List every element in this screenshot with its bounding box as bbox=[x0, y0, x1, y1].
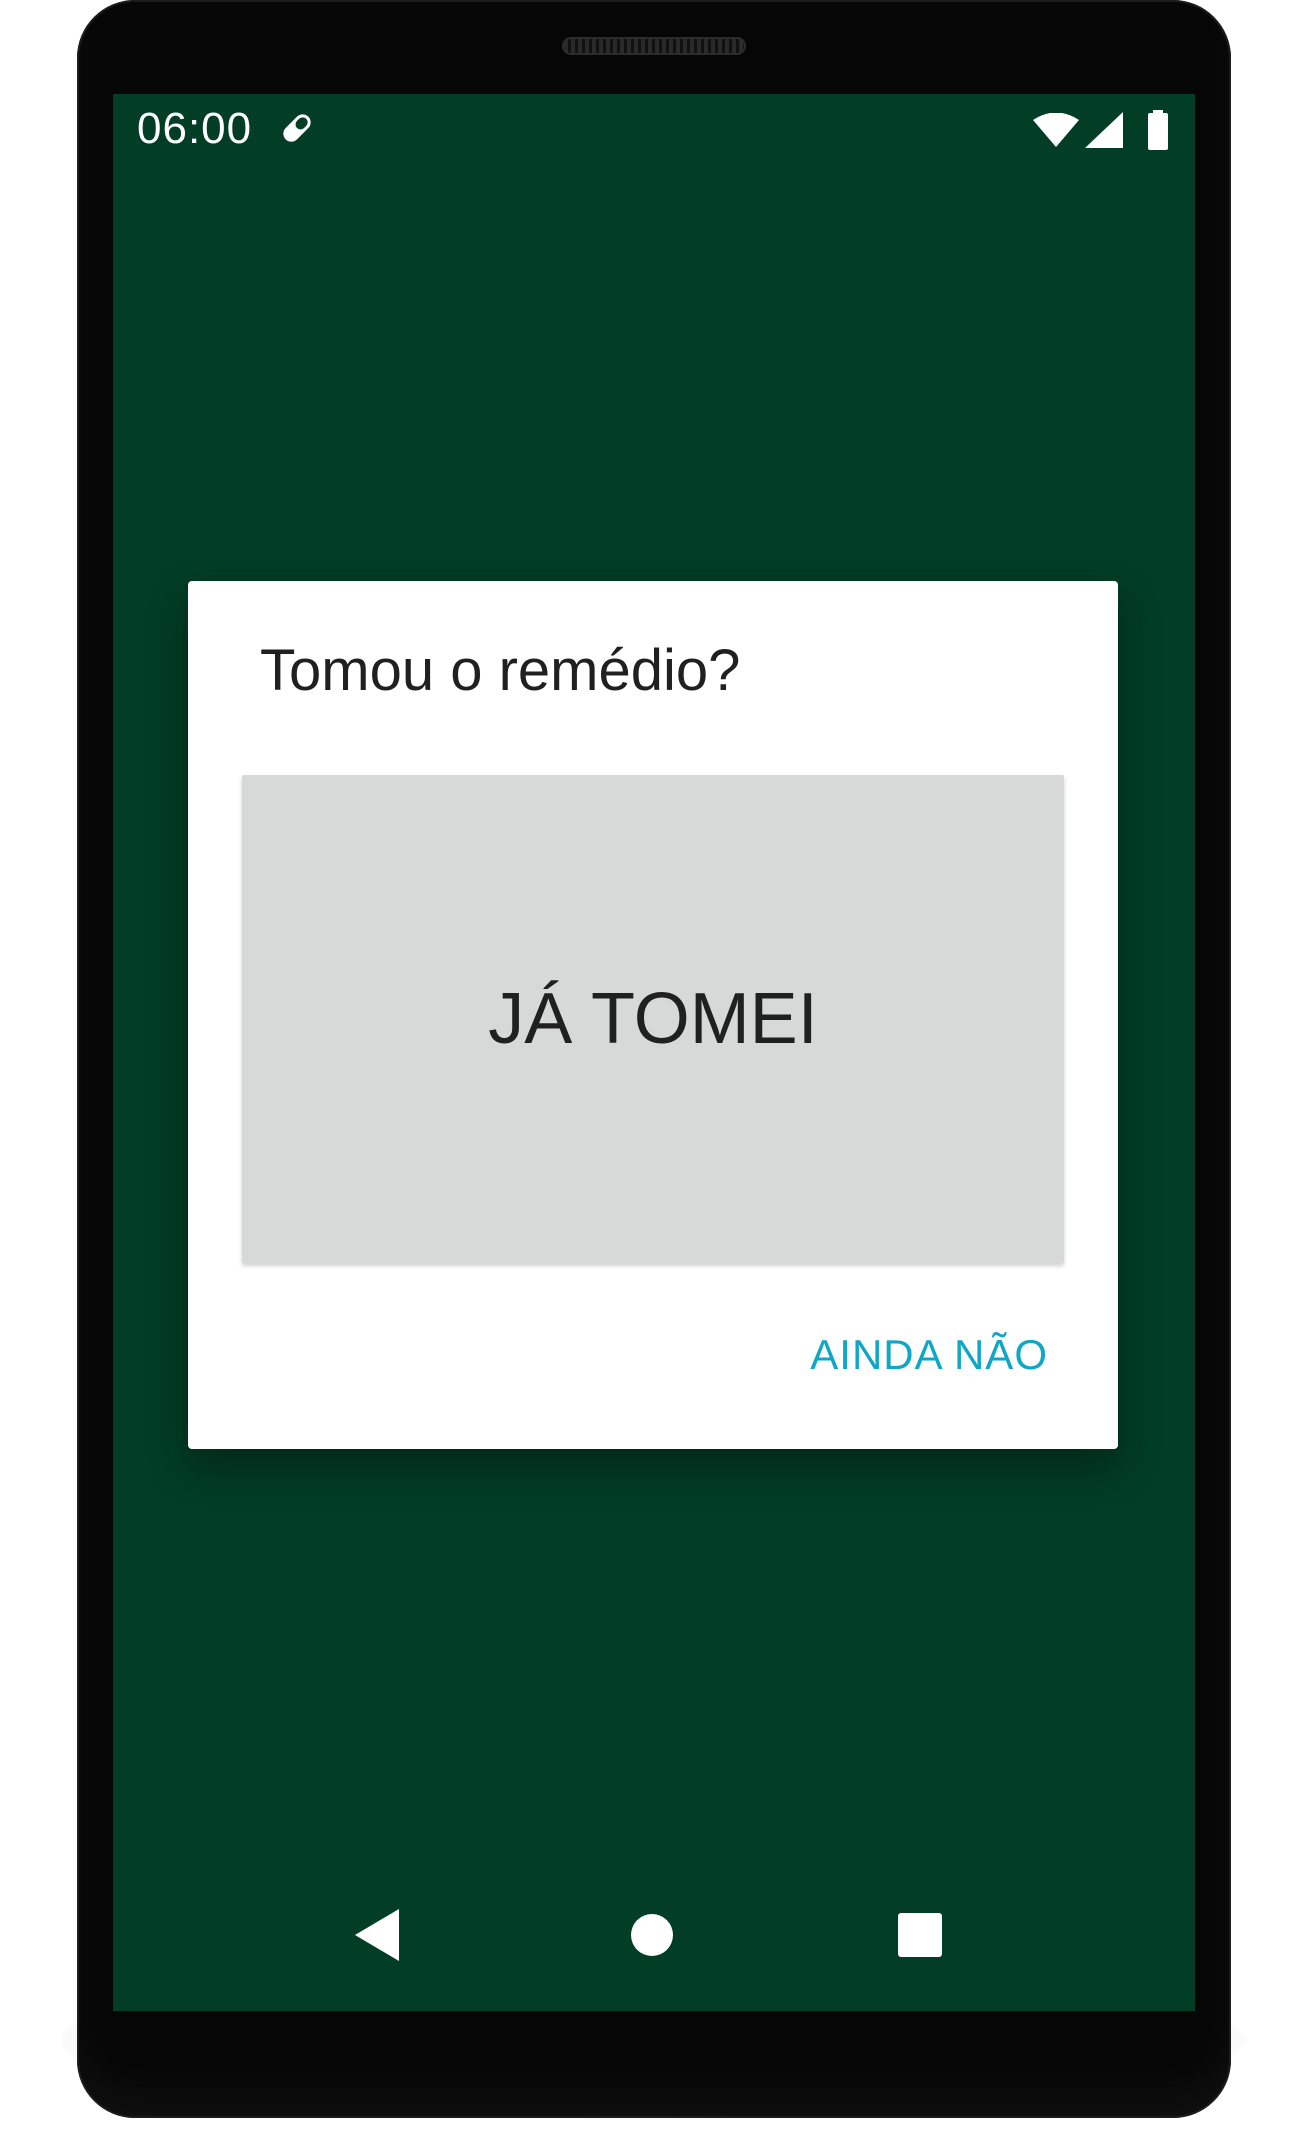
status-bar-time: 06:00 bbox=[137, 104, 253, 153]
status-bar-indicators bbox=[1033, 108, 1175, 152]
back-triangle-icon[interactable] bbox=[355, 1909, 403, 1961]
phone-frame: 06:00 Tomou o remédio? JÁ TOMEI AINDA NÃ… bbox=[77, 0, 1231, 2118]
recents-square-icon[interactable] bbox=[898, 1913, 942, 1957]
earpiece-speaker bbox=[562, 37, 746, 55]
cell-signal-icon bbox=[1085, 112, 1123, 148]
pill-icon bbox=[283, 114, 311, 142]
already-taken-button[interactable]: JÁ TOMEI bbox=[242, 775, 1064, 1263]
wifi-icon bbox=[1033, 113, 1079, 147]
device-screen: 06:00 Tomou o remédio? JÁ TOMEI AINDA NÃ… bbox=[113, 94, 1195, 2011]
home-circle-icon[interactable] bbox=[630, 1913, 674, 1957]
dialog-title: Tomou o remédio? bbox=[260, 638, 741, 703]
not-yet-button[interactable]: AINDA NÃO bbox=[810, 1331, 1048, 1379]
battery-icon bbox=[1148, 110, 1168, 150]
confirm-medicine-dialog: Tomou o remédio? JÁ TOMEI AINDA NÃO bbox=[188, 581, 1118, 1449]
